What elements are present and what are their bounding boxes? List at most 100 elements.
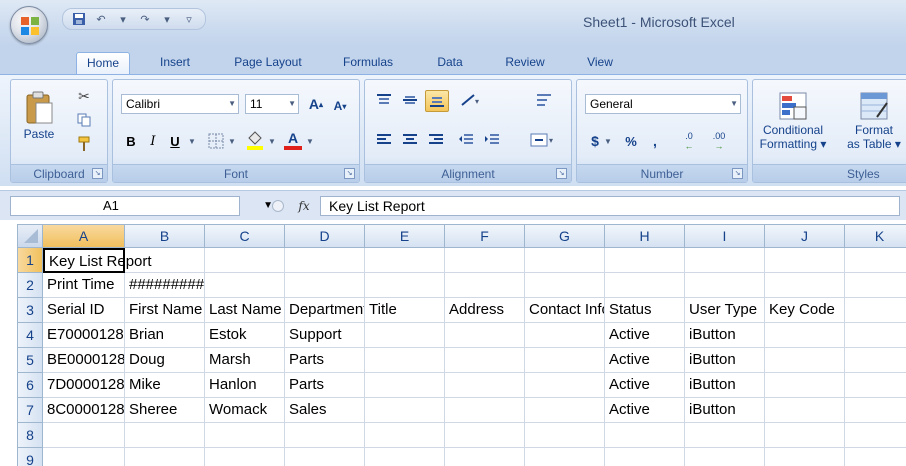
cell-g8[interactable] <box>525 423 605 448</box>
tab-view[interactable]: View <box>578 52 622 74</box>
cell-c7[interactable]: Womack <box>205 398 285 423</box>
cell-a6[interactable]: 7D0000128 <box>43 373 125 398</box>
chevron-down-icon[interactable]: ▾ <box>115 11 131 27</box>
cell-j4[interactable] <box>765 323 845 348</box>
bold-button[interactable]: B <box>121 130 141 152</box>
cell-b8[interactable] <box>125 423 205 448</box>
italic-button[interactable]: I <box>143 130 163 152</box>
cell-e6[interactable] <box>365 373 445 398</box>
cell-g6[interactable] <box>525 373 605 398</box>
cell-c3[interactable]: Last Name <box>205 298 285 323</box>
cell-k2[interactable] <box>845 273 906 298</box>
chevron-down-icon[interactable]: ▼ <box>227 130 237 152</box>
cell-f5[interactable] <box>445 348 525 373</box>
cell-j2[interactable] <box>765 273 845 298</box>
cell-k4[interactable] <box>845 323 906 348</box>
increase-indent-icon[interactable] <box>481 130 503 150</box>
cell-k3[interactable] <box>845 298 906 323</box>
number-format-select[interactable]: General ▼ <box>585 94 741 114</box>
copy-icon[interactable] <box>73 110 95 130</box>
align-bottom-icon[interactable] <box>425 90 449 112</box>
cell-k8[interactable] <box>845 423 906 448</box>
cell-j7[interactable] <box>765 398 845 423</box>
cell-b9[interactable] <box>125 448 205 466</box>
chevron-down-icon[interactable]: ▼ <box>305 130 315 152</box>
cell-f1[interactable] <box>445 248 525 273</box>
cell-g7[interactable] <box>525 398 605 423</box>
column-header-k[interactable]: K <box>845 224 906 248</box>
percent-button[interactable]: % <box>621 130 641 152</box>
cell-f2[interactable] <box>445 273 525 298</box>
cell-d4[interactable]: Support <box>285 323 365 348</box>
font-size-select[interactable]: 11 ▼ <box>245 94 299 114</box>
tab-home[interactable]: Home <box>76 52 130 74</box>
cell-e9[interactable] <box>365 448 445 466</box>
cell-j1[interactable] <box>765 248 845 273</box>
cell-d5[interactable]: Parts <box>285 348 365 373</box>
cell-f7[interactable] <box>445 398 525 423</box>
borders-icon[interactable] <box>205 130 227 152</box>
wrap-text-icon[interactable] <box>533 90 555 110</box>
cell-d6[interactable]: Parts <box>285 373 365 398</box>
cell-b5[interactable]: Doug <box>125 348 205 373</box>
cell-b7[interactable]: Sheree <box>125 398 205 423</box>
save-icon[interactable] <box>71 11 87 27</box>
office-button[interactable] <box>10 6 48 44</box>
cell-i8[interactable] <box>685 423 765 448</box>
row-header-2[interactable]: 2 <box>17 273 43 298</box>
cell-k5[interactable] <box>845 348 906 373</box>
column-header-g[interactable]: G <box>525 224 605 248</box>
customize-toolbar-icon[interactable]: ▿ <box>181 11 197 27</box>
cell-a9[interactable] <box>43 448 125 466</box>
cell-g4[interactable] <box>525 323 605 348</box>
align-right-icon[interactable] <box>425 130 447 150</box>
dialog-launcher-icon[interactable]: ↘ <box>732 168 743 179</box>
cell-g9[interactable] <box>525 448 605 466</box>
column-header-d[interactable]: D <box>285 224 365 248</box>
cell-c8[interactable] <box>205 423 285 448</box>
cell-k9[interactable] <box>845 448 906 466</box>
chevron-down-icon[interactable]: ▾ <box>159 11 175 27</box>
cell-a3[interactable]: Serial ID <box>43 298 125 323</box>
tab-page-layout[interactable]: Page Layout <box>222 52 314 74</box>
comma-button[interactable]: , <box>647 130 663 152</box>
cell-d2[interactable] <box>285 273 365 298</box>
paste-button[interactable]: Paste <box>19 84 59 146</box>
cell-e7[interactable] <box>365 398 445 423</box>
cell-j9[interactable] <box>765 448 845 466</box>
chevron-down-icon[interactable]: ▼ <box>603 130 613 152</box>
decrease-decimal-button[interactable]: .00 → <box>705 128 733 154</box>
cell-h2[interactable] <box>605 273 685 298</box>
cell-d1[interactable] <box>285 248 365 273</box>
row-header-3[interactable]: 3 <box>17 298 43 323</box>
cell-i3[interactable]: User Type <box>685 298 765 323</box>
column-header-j[interactable]: J <box>765 224 845 248</box>
align-top-icon[interactable] <box>373 90 395 110</box>
select-all-button[interactable] <box>17 224 43 248</box>
cell-k7[interactable] <box>845 398 906 423</box>
cell-f8[interactable] <box>445 423 525 448</box>
cell-c1[interactable] <box>205 248 285 273</box>
cell-i5[interactable]: iButton <box>685 348 765 373</box>
cell-d8[interactable] <box>285 423 365 448</box>
orientation-icon[interactable]: ▾ <box>457 90 487 110</box>
row-header-4[interactable]: 4 <box>17 323 43 348</box>
column-header-h[interactable]: H <box>605 224 685 248</box>
cell-i4[interactable]: iButton <box>685 323 765 348</box>
cell-j8[interactable] <box>765 423 845 448</box>
cell-a5[interactable]: BE0000128 <box>43 348 125 373</box>
cell-d9[interactable] <box>285 448 365 466</box>
cell-h5[interactable]: Active <box>605 348 685 373</box>
cell-b6[interactable]: Mike <box>125 373 205 398</box>
formula-input[interactable]: Key List Report <box>320 196 900 216</box>
cell-e1[interactable] <box>365 248 445 273</box>
cell-f4[interactable] <box>445 323 525 348</box>
dialog-launcher-icon[interactable]: ↘ <box>344 168 355 179</box>
cell-a7[interactable]: 8C0000128 <box>43 398 125 423</box>
cell-b3[interactable]: First Name <box>125 298 205 323</box>
align-left-icon[interactable] <box>373 130 395 150</box>
decrease-indent-icon[interactable] <box>455 130 477 150</box>
row-header-7[interactable]: 7 <box>17 398 43 423</box>
cell-a8[interactable] <box>43 423 125 448</box>
conditional-formatting-button[interactable]: Conditional Formatting ▾ <box>757 84 829 158</box>
